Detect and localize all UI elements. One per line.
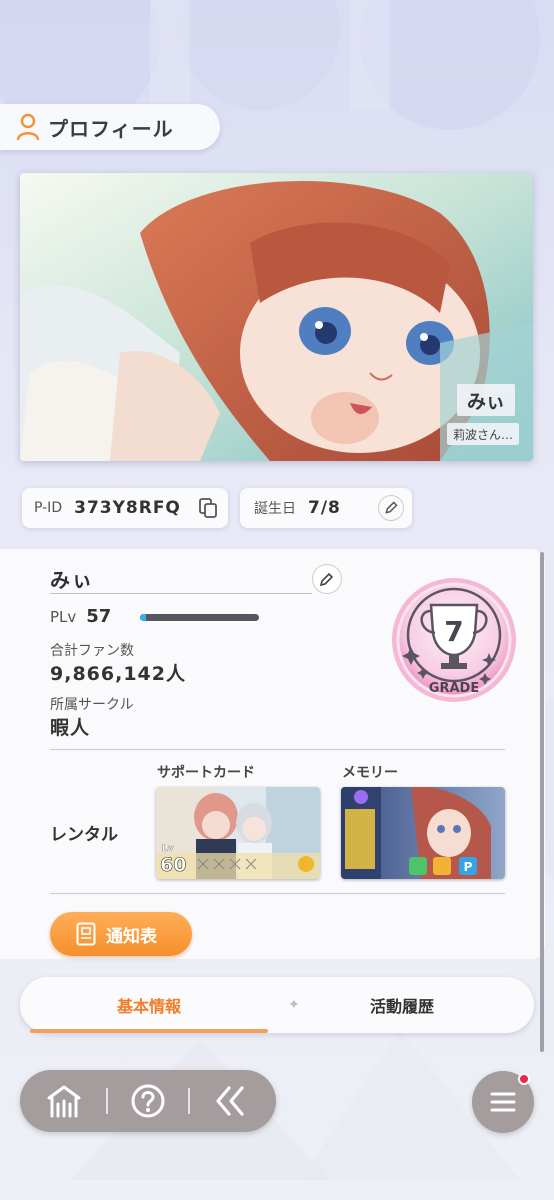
page-title: プロフィール: [48, 116, 174, 141]
birthday-label: 誕生日: [254, 501, 296, 517]
player-level: PLv 57: [50, 606, 111, 627]
grade-badge[interactable]: 7 GRADE: [389, 575, 519, 705]
grade-number: 7: [444, 615, 463, 648]
copy-icon[interactable]: [196, 496, 220, 520]
memory-slot[interactable]: P: [341, 787, 505, 879]
grade-label: GRADE: [429, 681, 479, 696]
memory-card-image: P: [341, 787, 505, 879]
plv-label: PLv: [50, 607, 77, 626]
support-card-image: Lv 60: [156, 787, 320, 879]
notification-badge: [518, 1073, 530, 1085]
hamburger-menu-icon: [490, 1092, 516, 1112]
pencil-icon[interactable]: [378, 495, 404, 521]
edit-name-button[interactable]: [312, 564, 342, 594]
bottom-navigation: [20, 1070, 276, 1132]
help-button[interactable]: [128, 1081, 168, 1121]
birthday-value: 7/8: [308, 498, 341, 518]
profile-header-tab: プロフィール: [0, 104, 220, 150]
report-card-button[interactable]: 通知表: [50, 912, 192, 956]
profile-tabs: 基本情報 ✦ 活動履歴: [20, 977, 534, 1033]
fans-value: 9,866,142人: [50, 663, 186, 685]
plv-progress-bar: [140, 614, 259, 621]
player-name-field: みぃ: [50, 564, 312, 594]
svg-text:P: P: [464, 860, 473, 874]
plv-value: 57: [86, 606, 112, 627]
double-chevron-left-icon: [216, 1086, 244, 1116]
rental-label: レンタル: [50, 825, 118, 845]
tab-basic-info[interactable]: 基本情報: [30, 977, 268, 1033]
pencil-icon: [319, 572, 334, 587]
player-name: みぃ: [50, 568, 94, 592]
support-level-label: Lv: [162, 844, 174, 854]
scrollbar[interactable]: [540, 552, 544, 1052]
section-divider: [50, 749, 505, 750]
person-icon: [16, 113, 40, 141]
support-card-slot[interactable]: Lv 60: [156, 787, 320, 879]
nav-divider: [188, 1088, 190, 1114]
player-id-value: 373Y8RFQ: [74, 498, 181, 518]
document-icon: [76, 922, 96, 946]
section-divider: [50, 893, 505, 894]
memory-label: メモリー: [342, 765, 398, 781]
character-illustration: [20, 173, 533, 461]
report-card-label: 通知表: [106, 926, 157, 947]
birthday-field: 誕生日 7/8: [240, 488, 412, 528]
tab-activity-history[interactable]: 活動履歴: [280, 977, 524, 1033]
player-id-field: P-ID 373Y8RFQ: [22, 488, 228, 528]
nav-divider: [106, 1088, 108, 1114]
circle-label: 所属サークル: [50, 697, 134, 713]
circle-value: 暇人: [50, 717, 91, 739]
profile-illustration-card[interactable]: みぃ 莉波さん…: [20, 173, 533, 461]
card-character-name: みぃ: [456, 384, 515, 416]
card-subtitle: 莉波さん…: [446, 423, 519, 445]
back-button[interactable]: [210, 1081, 250, 1121]
player-id-label: P-ID: [34, 500, 63, 516]
help-icon: [131, 1084, 165, 1118]
support-card-label: サポートカード: [157, 765, 255, 781]
home-icon: [47, 1085, 81, 1118]
home-button[interactable]: [44, 1081, 84, 1121]
plv-progress-fill: [140, 614, 146, 621]
fans-label: 合計ファン数: [50, 643, 134, 659]
support-level-value: 60: [160, 854, 186, 876]
